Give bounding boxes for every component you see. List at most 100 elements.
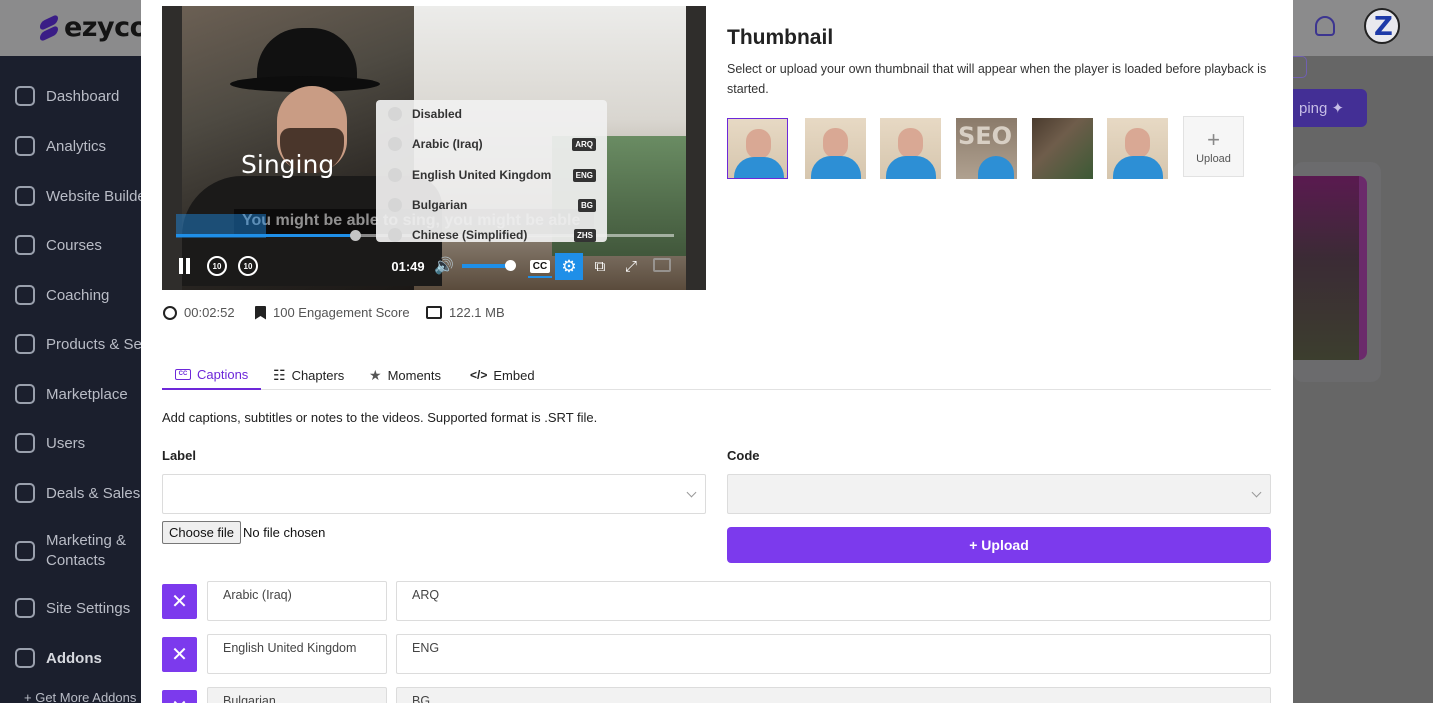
caption-option-zhs[interactable]: Chinese (Simplified) ZHS bbox=[388, 225, 596, 245]
thumbnail-option-6[interactable] bbox=[1107, 118, 1168, 179]
radio-icon bbox=[388, 137, 402, 151]
video-letterbox-left bbox=[162, 6, 182, 290]
thumb-body bbox=[1113, 156, 1163, 179]
thumbnail-option-4[interactable]: SEO bbox=[956, 118, 1017, 179]
progress-fill bbox=[176, 234, 356, 237]
thumb-body bbox=[978, 156, 1014, 179]
thumb-body bbox=[811, 156, 861, 179]
courses-icon bbox=[15, 235, 35, 255]
tab-embed[interactable]: </> Embed bbox=[457, 360, 548, 390]
sidebar-item-analytics[interactable]: Analytics bbox=[15, 136, 106, 156]
thumbnail-option-5[interactable] bbox=[1032, 118, 1093, 179]
caption-option-eng[interactable]: English United Kingdom ENG bbox=[388, 165, 596, 185]
thumb-body bbox=[734, 157, 784, 178]
gear-icon bbox=[15, 598, 35, 618]
megaphone-icon bbox=[15, 541, 35, 561]
caption-row-label[interactable]: Arabic (Iraq) bbox=[207, 581, 387, 621]
coaching-icon bbox=[15, 285, 35, 305]
caption-code-badge: BG bbox=[578, 198, 596, 212]
popout-icon[interactable]: ⧉ bbox=[590, 256, 610, 276]
upload-caption-button[interactable]: + Upload bbox=[727, 527, 1271, 563]
caption-row-code[interactable]: ENG bbox=[396, 634, 1271, 674]
thumbnail-option-3[interactable] bbox=[880, 118, 941, 179]
thumb-head bbox=[746, 129, 771, 159]
background-photo bbox=[1293, 176, 1367, 360]
tab-captions[interactable]: CC Captions bbox=[162, 360, 262, 390]
code-select[interactable] bbox=[727, 474, 1271, 514]
caption-row-label[interactable]: Bulgarian bbox=[207, 687, 387, 703]
video-player[interactable]: Singing You might be able to sing, you m… bbox=[162, 6, 706, 290]
thumb-head bbox=[1125, 128, 1150, 158]
fullscreen-icon[interactable]: ⤢ bbox=[621, 256, 641, 276]
marketplace-icon bbox=[15, 384, 35, 404]
bell-icon[interactable] bbox=[1315, 16, 1335, 36]
caption-row-code[interactable]: BG bbox=[396, 687, 1271, 703]
thumbnail-option-1[interactable] bbox=[727, 118, 788, 179]
caption-row-label[interactable]: English United Kingdom bbox=[207, 634, 387, 674]
delete-caption-button[interactable]: ✕ bbox=[162, 584, 197, 619]
label-field-label: Label bbox=[162, 448, 196, 463]
captions-button[interactable]: CC bbox=[528, 256, 552, 278]
engagement-score: 100 Engagement Score bbox=[255, 305, 410, 320]
caption-row: ✕ Arabic (Iraq) ARQ bbox=[162, 581, 1271, 621]
delete-caption-button[interactable]: ✕ bbox=[162, 637, 197, 672]
sidebar-item-website-builder[interactable]: Website Builder bbox=[15, 186, 151, 206]
file-status: No file chosen bbox=[243, 525, 326, 540]
settings-gear-button[interactable]: ⚙ bbox=[555, 253, 583, 280]
clock-icon bbox=[163, 305, 177, 320]
background-purple-button: ping ✦ bbox=[1293, 89, 1367, 127]
rocket-icon bbox=[15, 648, 35, 668]
video-file-size: 122.1 MB bbox=[426, 305, 505, 320]
sidebar-item-coaching[interactable]: Coaching bbox=[15, 285, 109, 305]
thumb-head bbox=[823, 128, 848, 158]
sidebar-item-addons[interactable]: Addons bbox=[15, 648, 102, 668]
volume-icon[interactable]: 🔊 bbox=[434, 257, 454, 275]
sidebar-item-marketing[interactable]: Marketing & Contacts bbox=[15, 531, 140, 571]
thumbnail-heading: Thumbnail bbox=[727, 26, 834, 49]
close-icon: ✕ bbox=[171, 591, 188, 613]
sidebar-item-courses[interactable]: Courses bbox=[15, 235, 102, 255]
pause-icon[interactable] bbox=[178, 258, 192, 274]
tab-chapters[interactable]: ☷ Chapters bbox=[260, 360, 357, 390]
caption-code-badge: ENG bbox=[572, 168, 596, 182]
rewind-10-icon[interactable]: 10 bbox=[207, 256, 227, 276]
sidebar-item-marketplace[interactable]: Marketplace bbox=[15, 384, 128, 404]
code-field-label: Code bbox=[727, 448, 760, 463]
settings-tabs: CC Captions ☷ Chapters ★ Moments </> Embed bbox=[162, 360, 1271, 390]
products-icon bbox=[15, 334, 35, 354]
caption-row-code[interactable]: ARQ bbox=[396, 581, 1271, 621]
list-icon: ☷ bbox=[273, 366, 286, 383]
thumb-seo-text: SEO bbox=[958, 122, 1013, 150]
cast-icon[interactable] bbox=[653, 258, 671, 272]
thumbnail-upload-button[interactable]: + Upload bbox=[1183, 116, 1244, 177]
caption-option-disabled[interactable]: Disabled bbox=[388, 104, 596, 124]
avatar[interactable] bbox=[1364, 8, 1400, 44]
bookmark-icon bbox=[255, 305, 266, 320]
caption-row: ✕ English United Kingdom ENG bbox=[162, 634, 1271, 674]
radio-icon bbox=[388, 228, 402, 242]
tab-moments[interactable]: ★ Moments bbox=[356, 360, 454, 390]
caption-option-bg[interactable]: Bulgarian BG bbox=[388, 195, 596, 215]
sidebar-item-get-more-addons[interactable]: + Get More Addons bbox=[24, 690, 136, 703]
radio-icon bbox=[388, 107, 402, 121]
star-icon: ★ bbox=[369, 366, 382, 383]
close-icon: ✕ bbox=[171, 695, 188, 703]
caption-code-badge: ZHS bbox=[574, 228, 596, 242]
label-select[interactable] bbox=[162, 474, 706, 514]
current-time: 01:49 bbox=[391, 258, 425, 274]
dashboard-icon bbox=[15, 86, 35, 106]
choose-file-button[interactable]: Choose file bbox=[162, 521, 242, 544]
sidebar-item-users[interactable]: Users bbox=[15, 433, 85, 453]
sidebar-item-deals[interactable]: Deals & Sales bbox=[15, 483, 140, 503]
video-settings-modal: Singing You might be able to sing, you m… bbox=[141, 0, 1293, 703]
forward-10-icon[interactable]: 10 bbox=[238, 256, 258, 276]
delete-caption-button[interactable]: ✕ bbox=[162, 690, 197, 703]
sidebar-item-dashboard[interactable]: Dashboard bbox=[15, 86, 119, 106]
caption-option-arq[interactable]: Arabic (Iraq) ARQ bbox=[388, 134, 596, 154]
code-icon: </> bbox=[470, 368, 488, 382]
close-icon: ✕ bbox=[171, 644, 188, 666]
thumbnail-description: Select or upload your own thumbnail that… bbox=[727, 62, 1267, 96]
sidebar-item-site-settings[interactable]: Site Settings bbox=[15, 598, 130, 618]
thumbnail-option-2[interactable] bbox=[805, 118, 866, 179]
logo-mark-icon bbox=[38, 13, 60, 43]
